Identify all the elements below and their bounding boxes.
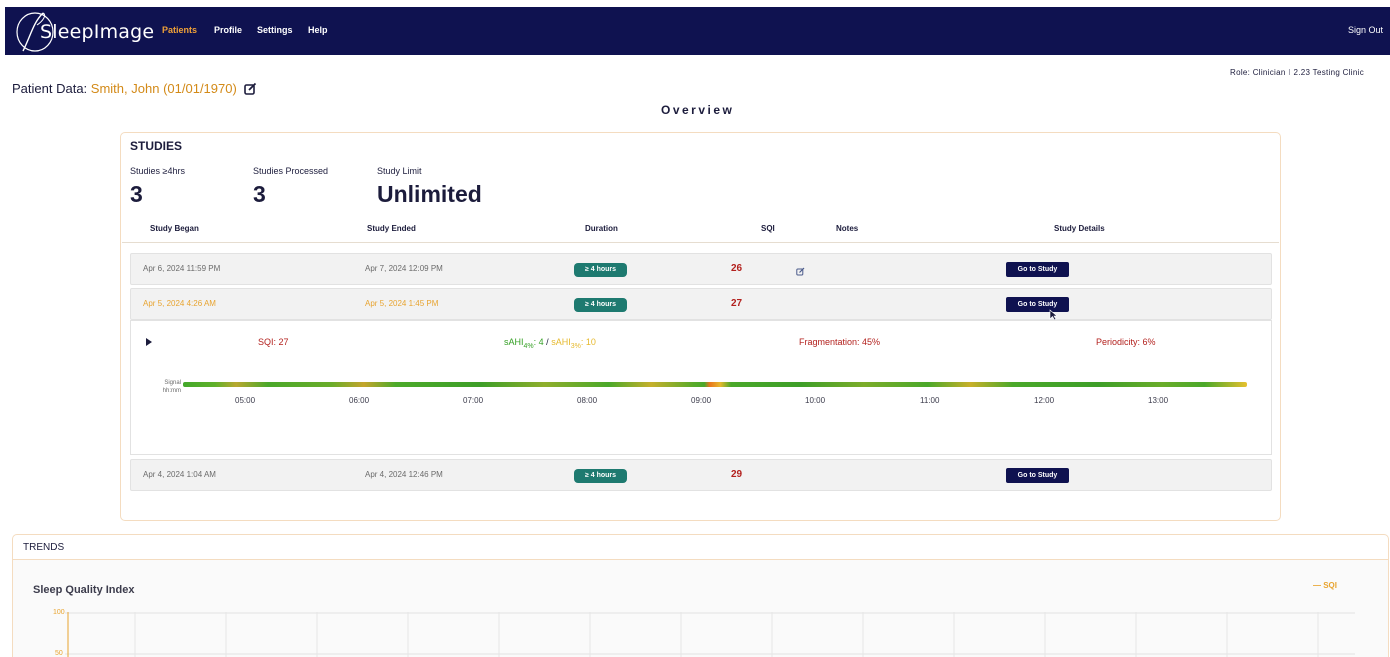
trends-panel: TRENDS Sleep Quality Index — SQI 100 50 <box>12 534 1389 657</box>
nav-patients[interactable]: Patients <box>162 25 197 35</box>
study-ended: Apr 5, 2024 1:45 PM <box>365 299 439 308</box>
time-tick: 06:00 <box>349 396 370 405</box>
go-to-study-button[interactable]: Go to Study <box>1006 262 1069 277</box>
signal-label: Signal <box>164 380 181 386</box>
brand-name: SleepImage <box>40 21 155 43</box>
nav-profile[interactable]: Profile <box>214 25 242 35</box>
time-tick: 07:00 <box>463 396 484 405</box>
patient-dob: 01/01/1970 <box>167 81 233 96</box>
role-clinic-info: Role: Clinician ⁝ 2.23 Testing Clinic <box>1230 68 1364 77</box>
time-tick: 10:00 <box>805 396 826 405</box>
table-row[interactable]: Apr 4, 2024 1:04 AM Apr 4, 2024 12:46 PM… <box>130 459 1272 491</box>
time-tick: 11:00 <box>920 396 940 405</box>
col-header-sqi: SQI <box>761 224 775 233</box>
duration-badge: ≥ 4 hours <box>574 469 627 483</box>
time-tick: 13:00 <box>1148 396 1169 405</box>
signal-quality-bar <box>183 382 1247 387</box>
header-divider <box>122 242 1279 243</box>
sqi-legend[interactable]: — SQI <box>1313 581 1337 590</box>
sleepimage-logo[interactable]: SleepImage <box>13 9 155 53</box>
top-navbar: SleepImage Patients Profile Settings Hel… <box>5 7 1390 55</box>
patient-name: Smith, John <box>90 81 160 96</box>
y-tick-100: 100 <box>53 609 65 616</box>
sahi3-label: sAHI <box>551 337 571 347</box>
sqi-value: 29 <box>731 469 743 480</box>
stat-value-studies-processed: 3 <box>253 181 266 207</box>
col-header-study-ended: Study Ended <box>367 224 416 233</box>
studies-panel: STUDIES Studies ≥4hrs 3 Studies Processe… <box>120 132 1281 521</box>
table-row[interactable]: Apr 6, 2024 11:59 PM Apr 7, 2024 12:09 P… <box>130 253 1272 285</box>
trends-chart-area: Sleep Quality Index — SQI 100 50 <box>13 560 1388 657</box>
sahi4-label: sAHI <box>504 337 524 347</box>
sqi-value: 26 <box>731 263 743 274</box>
sahi4-sub: 4% <box>523 342 534 350</box>
detail-sahi: sAHI4%: 4 / sAHI3%: 10 <box>504 337 596 350</box>
trends-title: TRENDS <box>23 542 65 553</box>
sqi-value: 27 <box>731 298 743 309</box>
note-edit-icon[interactable] <box>796 263 805 281</box>
time-tick: 12:00 <box>1034 396 1055 405</box>
time-format-label: hh:mm <box>162 388 181 394</box>
signal-axis-label: Signal hh:mm <box>161 379 181 395</box>
stat-label-studies-4hrs: Studies ≥4hrs <box>130 166 185 176</box>
stat-label-studies-processed: Studies Processed <box>253 166 329 176</box>
col-header-duration: Duration <box>585 224 618 233</box>
overview-title: Overview <box>661 103 735 117</box>
nav-settings[interactable]: Settings <box>257 25 293 35</box>
study-began: Apr 4, 2024 1:04 AM <box>143 470 216 479</box>
stat-value-studies-4hrs: 3 <box>130 181 143 207</box>
edit-patient-icon[interactable] <box>244 82 257 98</box>
studies-title: STUDIES <box>130 139 183 153</box>
patient-dob-close: ) <box>232 81 237 96</box>
sahi3-sub: 3% <box>570 342 581 350</box>
detail-sqi: SQI: 27 <box>258 337 289 347</box>
sahi3-value: : 10 <box>580 337 596 347</box>
detail-fragmentation: Fragmentation: 45% <box>799 337 881 347</box>
time-tick: 08:00 <box>577 396 598 405</box>
sign-out-link[interactable]: Sign Out <box>1348 25 1383 35</box>
nav-help[interactable]: Help <box>308 25 328 35</box>
go-to-study-button[interactable]: Go to Study <box>1006 468 1069 483</box>
duration-badge: ≥ 4 hours <box>574 298 627 312</box>
study-detail-panel: SQI: 27 sAHI4%: 4 / sAHI3%: 10 Fragmenta… <box>130 320 1272 455</box>
sqi-chart-grid <box>65 612 1355 657</box>
y-tick-50: 50 <box>55 650 63 657</box>
time-tick: 09:00 <box>691 396 712 405</box>
col-header-notes: Notes <box>836 224 859 233</box>
col-header-study-details: Study Details <box>1054 224 1105 233</box>
patient-data-label: Patient Data: <box>12 81 88 96</box>
study-began: Apr 5, 2024 4:26 AM <box>143 299 216 308</box>
stat-value-study-limit: Unlimited <box>377 181 482 207</box>
study-ended: Apr 4, 2024 12:46 PM <box>365 470 443 479</box>
sqi-chart-title: Sleep Quality Index <box>33 584 135 596</box>
study-began: Apr 6, 2024 11:59 PM <box>143 264 221 273</box>
patient-data-line: Patient Data: Smith, John (01/01/1970) <box>12 81 257 98</box>
stat-label-study-limit: Study Limit <box>377 166 422 176</box>
duration-badge: ≥ 4 hours <box>574 263 627 277</box>
go-to-study-button[interactable]: Go to Study <box>1006 297 1069 312</box>
time-tick: 05:00 <box>235 396 256 405</box>
detail-periodicity: Periodicity: 6% <box>1096 337 1156 347</box>
table-row[interactable]: Apr 5, 2024 4:26 AM Apr 5, 2024 1:45 PM … <box>130 288 1272 321</box>
study-ended: Apr 7, 2024 12:09 PM <box>365 264 443 273</box>
expand-caret-icon[interactable] <box>146 338 152 346</box>
sahi4-value: : 4 <box>533 337 544 347</box>
col-header-study-began: Study Began <box>150 224 199 233</box>
